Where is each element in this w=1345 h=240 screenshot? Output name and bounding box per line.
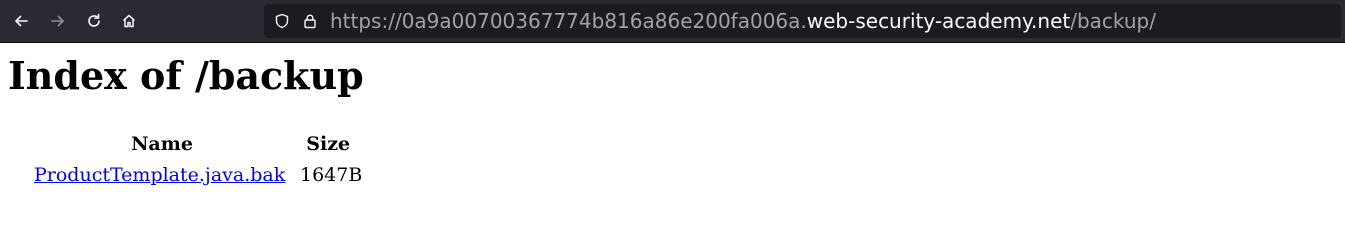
reload-button[interactable]: [81, 8, 107, 34]
file-listing-table: Name Size ProductTemplate.java.bak 1647B: [31, 127, 365, 191]
browser-toolbar: https://0a9a00700367774b816a86e200fa006a…: [0, 0, 1345, 43]
url-bar[interactable]: https://0a9a00700367774b816a86e200fa006a…: [264, 4, 1341, 38]
page-title: Index of /backup: [8, 53, 364, 98]
forward-arrow-icon: [51, 15, 64, 27]
page-content: Index of /backup Name Size ProductTempla…: [0, 43, 1345, 221]
size-column-header: Size: [306, 132, 351, 155]
url-path: /backup/: [1070, 9, 1156, 33]
url-text[interactable]: https://0a9a00700367774b816a86e200fa006a…: [330, 4, 1156, 38]
url-prefix: https://0a9a00700367774b816a86e200fa006a…: [330, 9, 807, 33]
url-domain: web-security-academy.net: [806, 9, 1071, 33]
table-row: ProductTemplate.java.bak 1647B: [33, 160, 363, 189]
back-button[interactable]: [8, 8, 34, 34]
shield-icon[interactable]: [274, 13, 290, 29]
home-button[interactable]: [116, 8, 142, 34]
lock-icon[interactable]: [302, 13, 318, 29]
name-column-header: Name: [131, 132, 193, 155]
file-link[interactable]: ProductTemplate.java.bak: [34, 164, 285, 186]
table-header-row: Name Size: [33, 129, 363, 158]
forward-button[interactable]: [45, 8, 71, 34]
back-arrow-icon: [15, 15, 28, 27]
file-size-cell: 1647B: [300, 163, 363, 186]
file-name-cell: ProductTemplate.java.bak: [33, 160, 291, 189]
reload-icon: [88, 13, 100, 27]
home-icon: [122, 14, 136, 28]
